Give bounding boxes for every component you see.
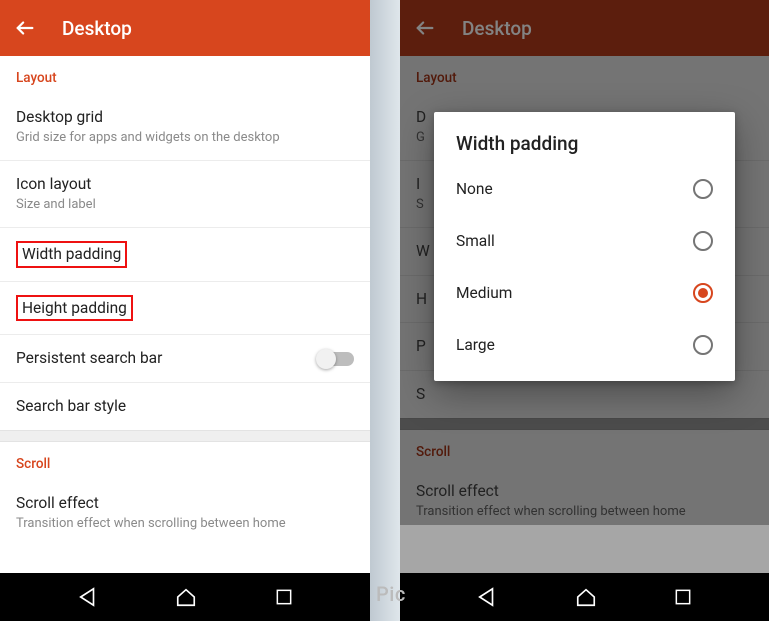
- dialog-option[interactable]: None: [434, 163, 735, 215]
- nav-recent-icon[interactable]: [274, 587, 294, 607]
- highlight-box: Width padding: [16, 241, 127, 268]
- row-title: Persistent search bar: [16, 348, 318, 369]
- section-header-layout: Layout: [0, 56, 370, 94]
- row-height-padding[interactable]: Height padding: [0, 282, 370, 336]
- row-subtitle: Size and label: [16, 197, 354, 214]
- toggle-switch[interactable]: [318, 352, 354, 366]
- system-nav-bar: [0, 573, 370, 621]
- dialog-option[interactable]: Medium: [434, 267, 735, 319]
- settings-list: Layout Desktop grid Grid size for apps a…: [0, 56, 370, 537]
- section-divider: [0, 430, 370, 442]
- phone-left: Desktop Layout Desktop grid Grid size fo…: [0, 0, 370, 621]
- option-label: Large: [456, 336, 495, 354]
- section-header-scroll: Scroll: [0, 442, 370, 480]
- option-label: Medium: [456, 284, 512, 302]
- dialog-option[interactable]: Small: [434, 215, 735, 267]
- option-label: None: [456, 180, 493, 198]
- radio-icon[interactable]: [693, 231, 713, 251]
- row-title: Scroll effect: [16, 493, 354, 514]
- row-subtitle: Transition effect when scrolling between…: [16, 516, 354, 533]
- dialog-title: Width padding: [434, 132, 735, 163]
- radio-icon[interactable]: [693, 283, 713, 303]
- option-label: Small: [456, 232, 495, 250]
- radio-icon[interactable]: [693, 179, 713, 199]
- highlight-box: Height padding: [16, 295, 133, 322]
- phone-right: Desktop Layout D G I S W H P S Scro: [400, 0, 769, 621]
- row-title: Search bar style: [16, 396, 354, 417]
- row-title: Icon layout: [16, 174, 354, 195]
- radio-icon[interactable]: [693, 335, 713, 355]
- nav-home-icon[interactable]: [175, 586, 197, 608]
- nav-home-icon[interactable]: [575, 586, 597, 608]
- row-search-bar-style[interactable]: Search bar style: [0, 383, 370, 430]
- row-title: Height padding: [22, 299, 127, 317]
- nav-back-icon[interactable]: [476, 586, 498, 608]
- row-desktop-grid[interactable]: Desktop grid Grid size for apps and widg…: [0, 94, 370, 161]
- system-nav-bar: [400, 573, 769, 621]
- row-persistent-search[interactable]: Persistent search bar: [0, 335, 370, 383]
- row-icon-layout[interactable]: Icon layout Size and label: [0, 161, 370, 228]
- nav-back-icon[interactable]: [77, 586, 99, 608]
- nav-recent-icon[interactable]: [673, 587, 693, 607]
- app-bar: Desktop: [0, 0, 370, 56]
- page-title: Desktop: [62, 17, 132, 40]
- row-scroll-effect[interactable]: Scroll effect Transition effect when scr…: [0, 480, 370, 537]
- row-subtitle: Grid size for apps and widgets on the de…: [16, 130, 354, 147]
- row-title: Desktop grid: [16, 107, 354, 128]
- dialog-option[interactable]: Large: [434, 319, 735, 371]
- dialog-width-padding: Width padding None Small Medium Large: [434, 112, 735, 381]
- row-width-padding[interactable]: Width padding: [0, 228, 370, 282]
- back-icon[interactable]: [14, 17, 36, 39]
- row-title: Width padding: [22, 245, 121, 263]
